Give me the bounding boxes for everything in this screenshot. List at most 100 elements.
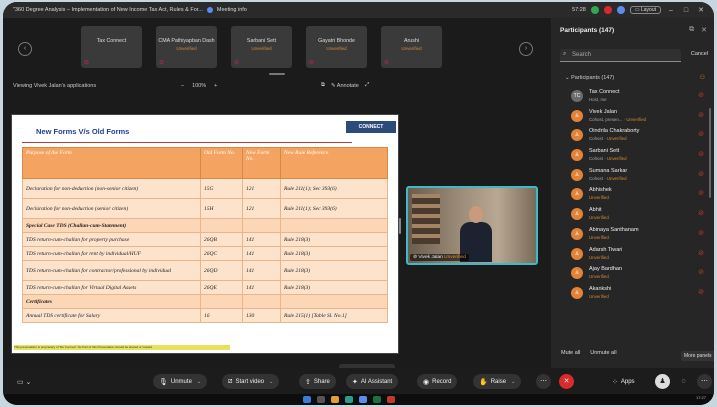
participant-status: Unverified — [589, 274, 609, 280]
participant-status: Unverified — [606, 156, 627, 162]
ai-icon: ✦ — [352, 378, 358, 386]
annotate-button[interactable]: ✎ Annotate — [331, 83, 359, 89]
share-button[interactable]: ⇪ Share — [299, 374, 336, 389]
end-call-icon[interactable]: ✕ — [559, 374, 574, 389]
panel-scrollbar[interactable] — [709, 108, 711, 198]
list-item[interactable]: ♙ Adarsh Tiwari Unverified ⊘ — [551, 244, 714, 264]
meeting-info-link[interactable]: Meeting info — [217, 7, 247, 13]
raise-button[interactable]: ✋ Raise ⌄ — [473, 374, 522, 389]
list-item[interactable]: ♙ Sarbani Sett Cohost · Unverified ⊘ — [551, 145, 714, 165]
rule-cell: Rule 218(3) — [280, 280, 388, 295]
chevron-down-icon[interactable]: ⌄ — [269, 379, 273, 385]
list-item[interactable]: ♙ Abhit Unverified ⊘ — [551, 204, 714, 224]
thumbnail-tile[interactable]: CMA Pathiyapban Dash Unverified ⊘ — [156, 26, 217, 68]
expand-icon[interactable]: ⤢ — [365, 82, 369, 89]
windows-start-icon[interactable] — [303, 396, 311, 403]
snapshot-icon[interactable]: ⧉ — [321, 82, 325, 89]
more-options-icon[interactable]: ⋯ — [536, 374, 551, 389]
list-item[interactable]: ♙ Akankshi Unverified ⊘ — [551, 283, 714, 303]
thumbnail-tile[interactable]: Gayatri Bhonde Unverified ⊘ — [306, 26, 367, 68]
old-form-cell: 15H — [200, 198, 243, 219]
excel-icon[interactable] — [373, 396, 381, 403]
bookshelf — [412, 194, 440, 244]
list-item[interactable]: ♙ Oindrila Chakraborty Cohost · Unverifi… — [551, 125, 714, 145]
thumbnail-pager[interactable] — [269, 73, 285, 75]
list-item[interactable]: ♙ Ajay Bardhan Unverified ⊘ — [551, 263, 714, 283]
next-thumbnails-icon[interactable]: › — [519, 42, 533, 56]
zoom-out-button[interactable]: – — [181, 83, 184, 89]
muted-mic-icon[interactable]: ⊘ — [698, 130, 704, 138]
file-explorer-icon[interactable] — [331, 396, 339, 403]
security-icon[interactable] — [616, 6, 625, 14]
chevron-down-icon[interactable]: ⌄ — [197, 379, 201, 385]
maximize-icon[interactable]: □ — [681, 7, 691, 14]
apps-button[interactable]: ⁘ Apps — [606, 374, 641, 389]
chat-icon[interactable]: ◌ — [676, 374, 691, 389]
minimize-icon[interactable]: – — [666, 7, 676, 14]
thumbnail-tile[interactable]: Tax Connect ⊘ — [81, 26, 142, 68]
participant-role: Host, me — [589, 97, 607, 102]
muted-mic-icon[interactable]: ⊘ — [698, 91, 704, 99]
title-bar: "360 Degree Analysis – Implementation of… — [3, 2, 714, 18]
list-item[interactable]: TC Tax Connect Host, me ⊘ — [551, 86, 714, 106]
popout-icon[interactable]: ⧉ — [689, 26, 694, 34]
participant-role: Cohost · Unverified — [589, 156, 627, 162]
zoom-level: 100% — [192, 83, 207, 89]
list-item[interactable]: ♙ Abinaya Santhanam Unverified ⊘ — [551, 224, 714, 244]
stage-scrollbar[interactable] — [399, 218, 401, 234]
zoom-in-button[interactable]: + — [214, 83, 217, 89]
muted-mic-icon[interactable]: ⊘ — [698, 150, 704, 158]
participants-icon[interactable]: ♟ — [655, 374, 670, 389]
muted-mic-icon[interactable]: ⊘ — [698, 268, 704, 276]
browser-icon[interactable] — [345, 396, 353, 403]
powerpoint-icon[interactable] — [387, 396, 395, 403]
people-icon[interactable]: ⚇ — [700, 74, 705, 81]
list-item[interactable]: ♙ Abhishek Unverified ⊘ — [551, 184, 714, 204]
prev-thumbnails-icon[interactable]: ‹ — [18, 42, 32, 56]
thumbnail-tile[interactable]: Arushi Unverified ⊘ — [381, 26, 442, 68]
muted-mic-icon[interactable]: ⊘ — [698, 209, 704, 217]
layout-label: Layout — [640, 7, 656, 13]
rule-cell: Rule 211(1); Sec 393(6) — [280, 178, 388, 199]
shield-icon[interactable] — [590, 6, 599, 14]
record-button[interactable]: ◉ Record — [417, 374, 458, 389]
chevron-down-icon[interactable]: ⌄ — [511, 379, 515, 385]
speaker-video[interactable]: ⊘ Vivek Jalan Unverified — [406, 186, 538, 265]
participants-group-header[interactable]: ⌄ Participants (147) — [565, 75, 614, 81]
record-indicator-icon[interactable] — [603, 6, 612, 14]
new-form-cell — [242, 218, 281, 233]
avatar: ♙ — [571, 227, 583, 240]
close-icon[interactable]: ✕ — [696, 6, 706, 14]
unmute-all-button[interactable]: Unmute all — [590, 350, 616, 356]
cancel-button[interactable]: Cancel — [691, 51, 708, 57]
shared-slide: New Forms V/s Old Forms CONNECT Purpose … — [11, 114, 399, 354]
search-input[interactable]: Search — [572, 52, 591, 58]
participant-role: Cohost, presen... · Unverified — [589, 116, 647, 122]
close-panel-icon[interactable]: ✕ — [701, 26, 707, 34]
ai-assistant-button[interactable]: ✦ AI Assistant — [346, 374, 399, 389]
muted-mic-icon[interactable]: ⊘ — [698, 249, 704, 257]
layout-button[interactable]: ▭ Layout — [629, 6, 661, 14]
list-item[interactable]: ♙ Sumana Sarkar Cohost · Unverified ⊘ — [551, 165, 714, 185]
title-underline — [22, 142, 352, 143]
thumbnail-name: Gayatri Bhonde — [318, 38, 355, 44]
muted-mic-icon[interactable]: ⊘ — [698, 111, 704, 119]
list-item[interactable]: ♙ Vivek Jalan Cohost, presen... · Unveri… — [551, 106, 714, 126]
muted-mic-icon[interactable]: ⊘ — [698, 288, 704, 296]
group-label: Participants (147) — [571, 75, 615, 81]
muted-mic-icon[interactable]: ⊘ — [698, 229, 704, 237]
record-icon: ◉ — [423, 378, 430, 386]
mute-all-button[interactable]: Mute all — [561, 350, 580, 356]
thumbnail-tile[interactable]: Sarbani Sett Unverified ⊘ — [231, 26, 292, 68]
unmute-button[interactable]: 🎙 Unmute ⌄ — [153, 374, 208, 389]
table-header-row: Purpose of the Form Old Form No. New For… — [22, 147, 388, 179]
search-taskbar-icon[interactable] — [317, 396, 325, 403]
more-panels-icon[interactable]: ⋯ — [697, 374, 712, 389]
start-video-button[interactable]: ⧄ Start video ⌄ — [222, 374, 280, 389]
info-icon[interactable] — [206, 7, 213, 13]
webex-taskbar-icon[interactable] — [359, 396, 367, 403]
muted-mic-icon[interactable]: ⊘ — [698, 189, 704, 197]
search-field[interactable]: ⌕ Search — [560, 49, 681, 62]
muted-mic-icon[interactable]: ⊘ — [698, 170, 704, 178]
captions-icon[interactable]: ▭ ⌄ — [17, 378, 31, 386]
